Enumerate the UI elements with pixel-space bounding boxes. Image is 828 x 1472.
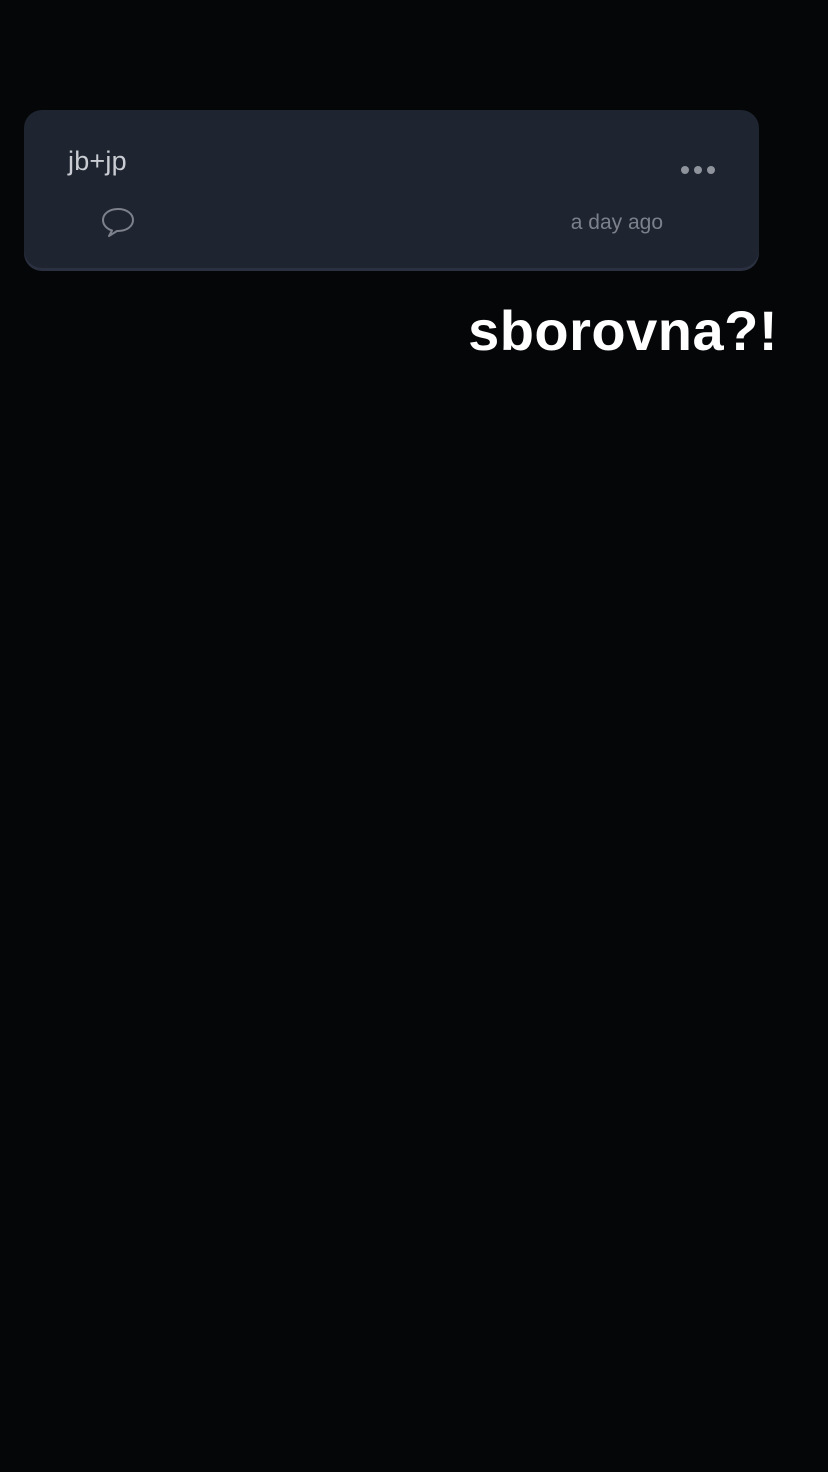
- more-dot-icon: [681, 166, 689, 174]
- story-caption: sborovna?!: [468, 299, 778, 362]
- post-card[interactable]: jb+jp a day ago: [24, 110, 759, 268]
- more-dot-icon: [694, 166, 702, 174]
- post-title: jb+jp: [68, 146, 127, 176]
- story-screen: jb+jp a day ago sborovna?!: [0, 0, 828, 1472]
- post-timestamp: a day ago: [570, 211, 663, 234]
- comment-icon[interactable]: [100, 206, 136, 238]
- more-dot-icon: [707, 166, 715, 174]
- more-options-button[interactable]: [681, 162, 715, 178]
